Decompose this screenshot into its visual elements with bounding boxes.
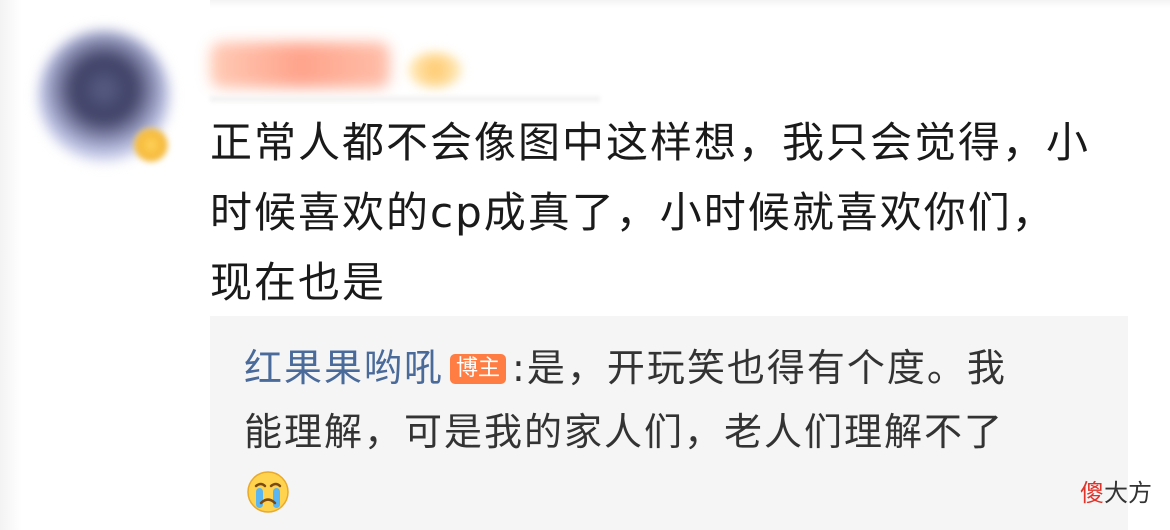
- crying-face-emoji-icon: [247, 471, 289, 513]
- comment-line: 现在也是: [210, 258, 387, 307]
- reply-author-link[interactable]: 红果果哟吼: [244, 346, 444, 390]
- reply-line: 能理解，可是我的家人们，老人们理解不了: [244, 410, 1005, 454]
- level-badge-icon: [408, 52, 462, 88]
- verified-badge-icon: [134, 128, 168, 162]
- comment-line: 正常人都不会像图中这样想，我只会觉得，小: [210, 118, 1091, 167]
- reply-content: 红果果哟吼 博主:是，开玩笑也得有个度。我 能理解，可是我的家人们，老人们理解不了: [244, 336, 1104, 464]
- watermark: 傻大方: [1080, 478, 1152, 508]
- comment-body: 正常人都不会像图中这样想，我只会觉得，小 时候喜欢的cp成真了，小时候就喜欢你们…: [210, 108, 1140, 318]
- reply-line: 红果果哟吼 博主:是，开玩笑也得有个度。我: [244, 336, 1104, 400]
- left-edge-strip: [0, 0, 22, 530]
- reply-box[interactable]: 红果果哟吼 博主:是，开玩笑也得有个度。我 能理解，可是我的家人们，老人们理解不了: [210, 316, 1128, 530]
- comment-line: 时候喜欢的cp成真了，小时候就喜欢你们，: [210, 188, 1056, 237]
- owner-badge: 博主: [450, 354, 507, 384]
- reply-text: :是，开玩笑也得有个度。我: [512, 346, 1007, 390]
- username-blurred[interactable]: [210, 42, 390, 88]
- name-divider: [210, 96, 600, 102]
- watermark-text: 大方: [1104, 479, 1152, 507]
- top-divider: [210, 0, 1170, 8]
- comment-screenshot: 正常人都不会像图中这样想，我只会觉得，小 时候喜欢的cp成真了，小时候就喜欢你们…: [0, 0, 1170, 530]
- watermark-accent: 傻: [1080, 479, 1104, 507]
